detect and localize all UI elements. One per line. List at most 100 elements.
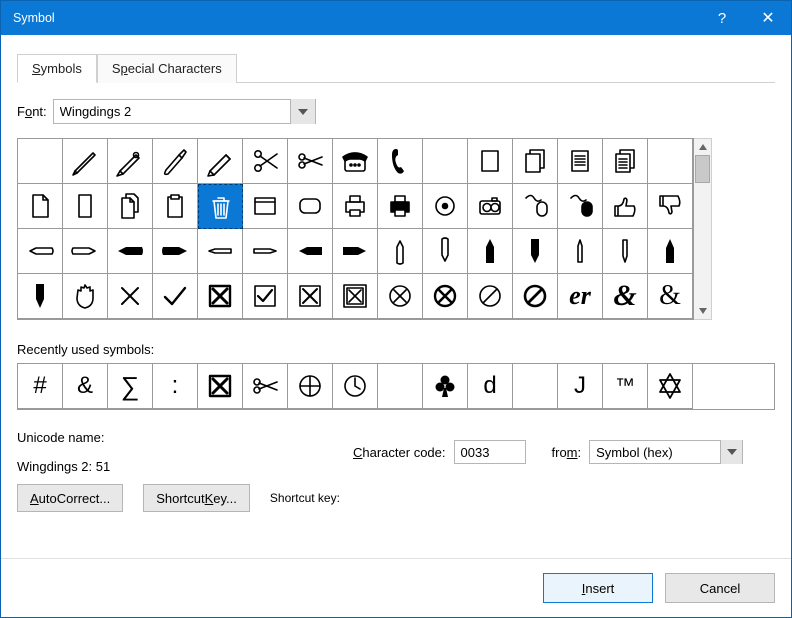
symbol-cell-hand-up-fill[interactable] bbox=[468, 229, 513, 274]
from-value[interactable] bbox=[590, 441, 720, 463]
symbol-cell-x-box-outline[interactable] bbox=[333, 274, 378, 319]
recent-symbol[interactable]: d bbox=[468, 364, 513, 409]
scroll-thumb[interactable] bbox=[695, 155, 710, 183]
symbol-cell-hand-up-outline[interactable] bbox=[378, 229, 423, 274]
symbol-cell-x-box[interactable] bbox=[288, 274, 333, 319]
close-button[interactable]: ✕ bbox=[745, 1, 791, 35]
scroll-up-icon[interactable] bbox=[694, 139, 711, 155]
scroll-track[interactable] bbox=[694, 155, 711, 303]
symbol-cell-hand-left-fill2[interactable] bbox=[288, 229, 333, 274]
symbol-cell-printer-fill[interactable] bbox=[378, 184, 423, 229]
symbol-cell-hand-down-thin[interactable] bbox=[603, 229, 648, 274]
symbol-cell-circled-x-bold[interactable] bbox=[423, 274, 468, 319]
symbol-cell-clipboard[interactable] bbox=[153, 184, 198, 229]
symbol-cell-check-box[interactable] bbox=[243, 274, 288, 319]
charcode-input[interactable] bbox=[454, 440, 526, 464]
font-select[interactable] bbox=[53, 99, 316, 124]
symbol-cell-pages-outline[interactable] bbox=[513, 139, 558, 184]
scrollbar[interactable] bbox=[694, 138, 712, 320]
symbol-cell-pages-lines[interactable] bbox=[603, 139, 648, 184]
symbol-cell-prohibit[interactable] bbox=[468, 274, 513, 319]
recent-symbol[interactable] bbox=[288, 364, 333, 409]
symbol-cell-hand-down-point[interactable] bbox=[18, 274, 63, 319]
symbol-cell-window[interactable] bbox=[243, 184, 288, 229]
symbol-cell-hand-down-outline[interactable] bbox=[423, 229, 468, 274]
symbol-cell-x-thin[interactable] bbox=[108, 274, 153, 319]
insert-button[interactable]: Insert bbox=[543, 573, 653, 603]
symbol-cell-hand-right-fill2[interactable] bbox=[333, 229, 378, 274]
scroll-down-icon[interactable] bbox=[694, 303, 711, 319]
chevron-down-icon[interactable] bbox=[720, 440, 742, 464]
recent-symbol[interactable] bbox=[243, 364, 288, 409]
symbol-cell-hand-up-thin[interactable] bbox=[558, 229, 603, 274]
symbol-cell-hand-down-fill[interactable] bbox=[513, 229, 558, 274]
symbol-cell-page-lines[interactable] bbox=[558, 139, 603, 184]
recent-symbol[interactable] bbox=[198, 364, 243, 409]
symbol-cell-mouse-cable-fill[interactable] bbox=[558, 184, 603, 229]
recent-symbol[interactable]: J bbox=[558, 364, 603, 409]
symbol-cell-camera[interactable] bbox=[468, 184, 513, 229]
symbol-cell-hand-right-fill[interactable] bbox=[153, 229, 198, 274]
symbol-cell-thumb-up[interactable] bbox=[603, 184, 648, 229]
symbol-cell-hand-right-outline[interactable] bbox=[63, 229, 108, 274]
symbol-cell-circled-x[interactable] bbox=[378, 274, 423, 319]
symbol-cell-hand-spread[interactable] bbox=[63, 274, 108, 319]
cancel-button[interactable]: Cancel bbox=[665, 573, 775, 603]
symbol-cell-telephone[interactable] bbox=[333, 139, 378, 184]
symbol-cell-handset[interactable] bbox=[378, 139, 423, 184]
symbol-cell-printer[interactable] bbox=[333, 184, 378, 229]
unicode-row: Unicode name: Wingdings 2: 51 Character … bbox=[17, 430, 775, 474]
symbol-cell-pen[interactable] bbox=[63, 139, 108, 184]
symbol-cell-disc[interactable] bbox=[423, 184, 468, 229]
recent-symbol[interactable] bbox=[648, 364, 693, 409]
unicode-left: Unicode name: Wingdings 2: 51 bbox=[17, 430, 317, 474]
recent-symbol[interactable] bbox=[378, 364, 423, 409]
symbol-cell-brush[interactable] bbox=[153, 139, 198, 184]
chevron-down-icon[interactable] bbox=[290, 99, 315, 124]
symbol-cell-page-thin[interactable] bbox=[63, 184, 108, 229]
symbol-cell-mouse-cable[interactable] bbox=[513, 184, 558, 229]
symbol-cell-thumb-down[interactable] bbox=[648, 184, 693, 229]
symbol-cell-scissors-open[interactable] bbox=[243, 139, 288, 184]
symbol-cell-rounded-rect[interactable] bbox=[288, 184, 333, 229]
recent-symbol[interactable]: # bbox=[18, 364, 63, 409]
from-select[interactable] bbox=[589, 440, 743, 464]
symbol-cell-hand-up-point[interactable] bbox=[648, 229, 693, 274]
recent-symbol[interactable] bbox=[423, 364, 468, 409]
symbol-cell-empty[interactable] bbox=[648, 139, 693, 184]
symbol-cell-hand-left-thin[interactable] bbox=[198, 229, 243, 274]
dialog-footer: Insert Cancel bbox=[1, 558, 791, 617]
recent-symbol[interactable]: ∑ bbox=[108, 364, 153, 409]
symbol-cell-hand-left-outline[interactable] bbox=[18, 229, 63, 274]
help-button[interactable]: ? bbox=[699, 1, 745, 35]
recent-symbol[interactable] bbox=[333, 364, 378, 409]
recent-symbol[interactable]: & bbox=[63, 364, 108, 409]
symbol-cell-scissors[interactable] bbox=[288, 139, 333, 184]
autocorrect-button[interactable]: AutoCorrect... bbox=[17, 484, 123, 512]
symbol-cell-check[interactable] bbox=[153, 274, 198, 319]
symbol-cell-hand-left-fill[interactable] bbox=[108, 229, 153, 274]
symbol-cell-blank[interactable] bbox=[18, 139, 63, 184]
symbol-cell-pencil[interactable] bbox=[198, 139, 243, 184]
font-input[interactable] bbox=[54, 100, 290, 123]
symbol-cell-amp-bold-italic[interactable]: & bbox=[603, 274, 648, 319]
symbol-cell-fountain-pen[interactable] bbox=[108, 139, 153, 184]
symbol-grid-wrap: er&& bbox=[17, 138, 775, 320]
autocorrect-row: AutoCorrect... Shortcut Key... Shortcut … bbox=[17, 484, 775, 512]
tab-symbols[interactable]: Symbols bbox=[17, 54, 97, 83]
recent-symbol[interactable]: ™ bbox=[603, 364, 648, 409]
symbol-cell-x-box-bold[interactable] bbox=[198, 274, 243, 319]
tab-special-characters[interactable]: Special Characters bbox=[97, 54, 237, 83]
symbol-cell-hand-right-thin[interactable] bbox=[243, 229, 288, 274]
symbol-cell-page[interactable] bbox=[18, 184, 63, 229]
symbol-cell-prohibit-bold[interactable] bbox=[513, 274, 558, 319]
symbol-cell-trash[interactable] bbox=[198, 184, 243, 229]
symbol-cell-pages[interactable] bbox=[108, 184, 153, 229]
symbol-cell-amp-serif[interactable]: & bbox=[648, 274, 693, 319]
shortcut-key-button[interactable]: Shortcut Key... bbox=[143, 484, 250, 512]
recent-symbol[interactable] bbox=[513, 364, 558, 409]
symbol-cell-er-script[interactable]: er bbox=[558, 274, 603, 319]
symbol-cell-[interactable] bbox=[423, 139, 468, 184]
recent-symbol[interactable]: : bbox=[153, 364, 198, 409]
symbol-cell-page-outline[interactable] bbox=[468, 139, 513, 184]
